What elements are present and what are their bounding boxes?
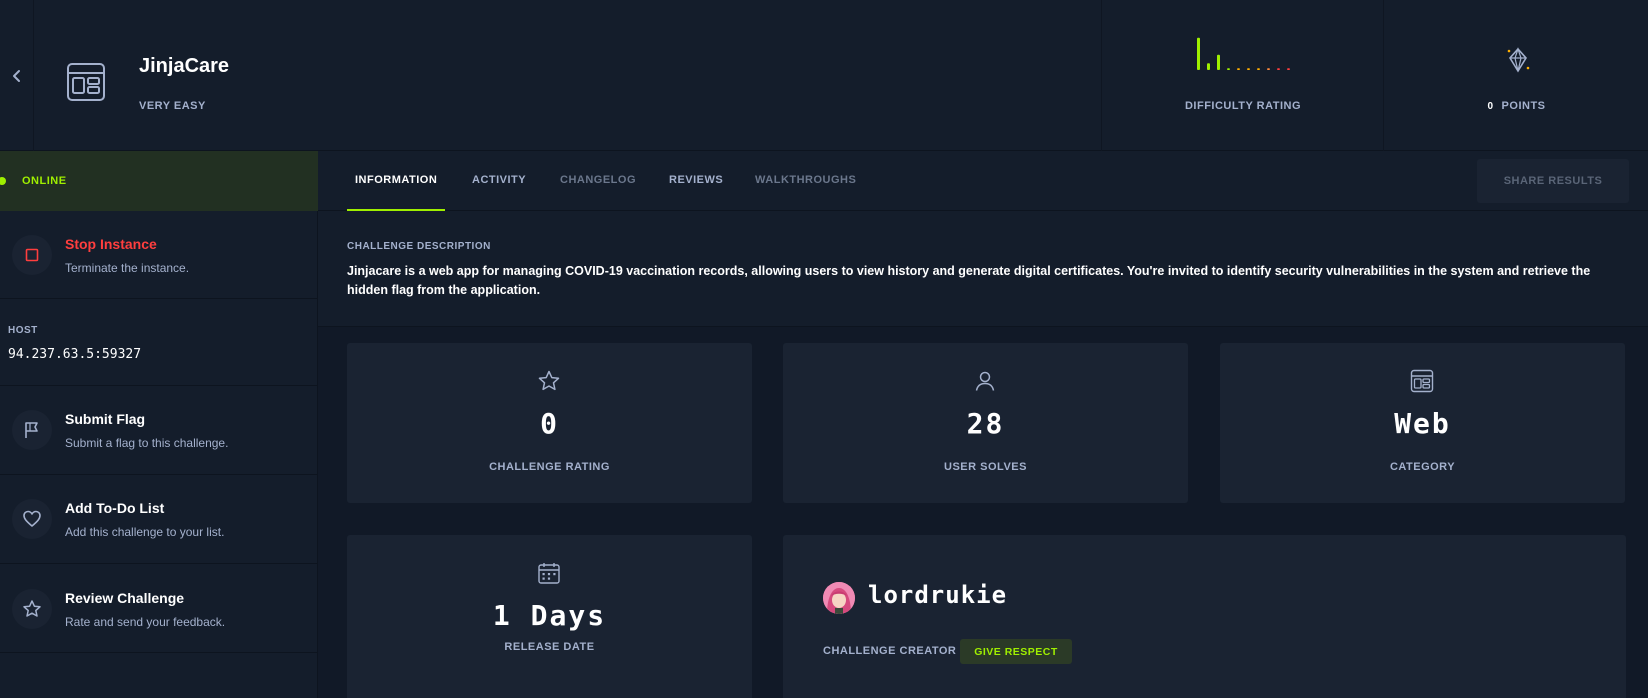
difficulty-bar <box>1287 68 1290 70</box>
user-solves-value: 28 <box>966 407 1005 440</box>
points-text: POINTS <box>1501 100 1546 112</box>
points-label: 0 POINTS <box>1384 100 1648 112</box>
heart-icon-circle <box>12 499 52 539</box>
status-dot <box>0 177 6 185</box>
calendar-icon <box>538 563 560 584</box>
points-panel: 0 POINTS <box>1383 0 1648 151</box>
stop-icon-circle <box>12 235 52 275</box>
submit-flag-title: Submit Flag <box>65 411 146 427</box>
web-category-icon <box>67 63 105 101</box>
challenge-title: JinjaCare <box>139 55 230 77</box>
creator-label: CHALLENGE CREATOR <box>823 645 957 657</box>
difficulty-rating-label: DIFFICULTY RATING <box>1184 100 1302 112</box>
tab-activity[interactable]: ACTIVITY <box>472 151 526 211</box>
challenge-description: CHALLENGE DESCRIPTION Jinjacare is a web… <box>318 211 1648 327</box>
back-button[interactable] <box>0 0 34 151</box>
star-icon-circle <box>12 589 52 629</box>
submit-flag-button[interactable]: Submit Flag Submit a flag to this challe… <box>0 387 318 475</box>
add-todo-subtitle: Add this challenge to your list. <box>65 525 225 539</box>
host-info: HOST 94.237.63.5:59327 <box>0 299 318 386</box>
status-badge: ONLINE <box>22 175 67 187</box>
star-icon <box>23 600 41 617</box>
challenge-rating-value: 0 <box>540 407 559 440</box>
stop-instance-button[interactable]: Stop Instance Terminate the instance. <box>0 211 318 299</box>
difficulty-bar <box>1247 68 1250 70</box>
difficulty-bar <box>1227 68 1230 70</box>
challenge-rating-label: CHALLENGE RATING <box>489 461 610 473</box>
tab-changelog[interactable]: CHANGELOG <box>560 151 636 211</box>
difficulty-rating-panel: DIFFICULTY RATING <box>1101 0 1383 151</box>
creator-avatar[interactable] <box>823 582 855 614</box>
review-challenge-button[interactable]: Review Challenge Rate and send your feed… <box>0 565 318 653</box>
host-label: HOST <box>8 325 38 336</box>
release-date-card: 1 Days RELEASE DATE <box>347 535 752 698</box>
difficulty-bar <box>1257 68 1260 70</box>
release-date-label: RELEASE DATE <box>504 641 595 653</box>
category-card: Web CATEGORY <box>1220 343 1625 503</box>
creator-card: lordrukie CHALLENGE CREATOR GIVE RESPECT <box>783 535 1626 698</box>
difficulty-distribution-chart <box>1197 37 1290 70</box>
tab-bar: INFORMATION ACTIVITY CHANGELOG REVIEWS W… <box>318 151 1648 211</box>
points-value: 0 <box>1487 101 1494 112</box>
user-solves-label: USER SOLVES <box>944 461 1027 473</box>
challenge-header: JinjaCare VERY EASY DIFFICULTY RATING 0P… <box>0 0 1648 151</box>
category-value: Web <box>1394 407 1451 440</box>
submit-flag-subtitle: Submit a flag to this challenge. <box>65 436 229 450</box>
heart-icon <box>23 510 41 527</box>
creator-avatar-image <box>823 582 855 614</box>
tab-walkthroughs[interactable]: WALKTHROUGHS <box>755 151 856 211</box>
tab-information[interactable]: INFORMATION <box>347 151 446 211</box>
review-challenge-subtitle: Rate and send your feedback. <box>65 615 226 629</box>
creator-name[interactable]: lordrukie <box>868 581 1007 609</box>
difficulty-bar <box>1237 68 1240 70</box>
release-date-value: 1 Days <box>492 599 607 632</box>
flag-icon-circle <box>12 410 52 450</box>
description-text: Jinjacare is a web app for managing COVI… <box>347 264 1591 297</box>
challenge-rating-card: 0 CHALLENGE RATING <box>347 343 752 503</box>
difficulty-bar <box>1277 68 1280 70</box>
difficulty-text: VERY EASY <box>139 100 206 112</box>
stop-instance-subtitle: Terminate the instance. <box>65 261 190 275</box>
difficulty-bar <box>1267 68 1270 70</box>
flag-icon <box>25 422 38 438</box>
share-results-button[interactable]: SHARE RESULTS <box>1477 159 1629 203</box>
give-respect-button[interactable]: GIVE RESPECT <box>960 639 1072 664</box>
star-icon <box>538 370 560 391</box>
review-challenge-title: Review Challenge <box>65 590 185 606</box>
difficulty-bar <box>1207 63 1210 70</box>
add-todo-title: Add To-Do List <box>65 500 165 516</box>
chevron-left-icon <box>12 69 20 82</box>
user-solves-card: 28 USER SOLVES <box>783 343 1188 503</box>
status-bar: ONLINE <box>0 151 318 211</box>
user-icon <box>975 371 995 391</box>
tab-reviews[interactable]: REVIEWS <box>669 151 723 211</box>
difficulty-bar <box>1197 37 1200 70</box>
add-todo-button[interactable]: Add To-Do List Add this challenge to you… <box>0 476 318 564</box>
difficulty-bar <box>1217 54 1220 70</box>
host-address[interactable]: 94.237.63.5:59327 <box>8 347 141 362</box>
stop-icon <box>25 248 39 262</box>
category-label: CATEGORY <box>1389 461 1456 473</box>
web-category-icon <box>1410 369 1434 393</box>
description-title: CHALLENGE DESCRIPTION <box>347 241 491 252</box>
points-gem-icon <box>1507 47 1530 73</box>
stop-instance-title: Stop Instance <box>65 236 157 252</box>
sidebar: ONLINE Stop Instance Terminate the insta… <box>0 151 318 698</box>
